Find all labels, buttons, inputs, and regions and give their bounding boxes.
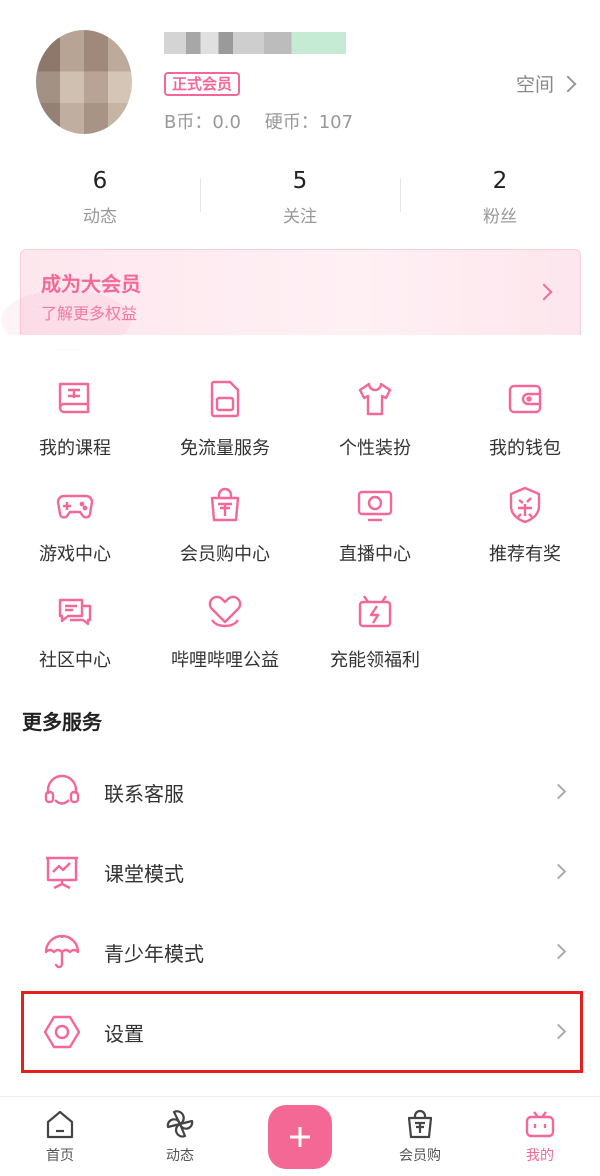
bottom-nav: 首页 动态 会员购 我的	[0, 1096, 600, 1176]
tshirt-icon	[358, 382, 392, 416]
gamepad-icon	[56, 494, 94, 519]
coin-info: B币：0.0 硬币：107	[164, 108, 371, 134]
service-free-data[interactable]: 免流量服务	[150, 370, 300, 476]
more-services-title: 更多服务	[22, 710, 102, 734]
chevron-right-icon	[535, 283, 553, 301]
tab-dynamics[interactable]: 动态	[120, 1097, 240, 1176]
chevron-right-icon	[550, 1023, 567, 1040]
tv-icon	[357, 490, 393, 522]
service-label: 个性装扮	[339, 438, 411, 459]
stat-posts[interactable]: 6 动态	[0, 164, 200, 234]
chevron-right-icon	[550, 863, 567, 880]
service-charge-welfare[interactable]: 充能领福利	[300, 582, 450, 688]
customer-service-item[interactable]: 联系客服	[22, 752, 582, 832]
service-wallet[interactable]: 我的钱包	[450, 370, 600, 476]
sim-card-icon	[210, 380, 240, 418]
service-community[interactable]: 社区中心	[0, 582, 150, 688]
tab-label: 动态	[166, 1148, 194, 1164]
service-label: 哔哩哔哩公益	[171, 650, 279, 671]
more-services-list: 联系客服 课堂模式 青少年模式 设置	[21, 752, 583, 1073]
wallet-icon	[508, 384, 542, 414]
shopping-bag-icon	[210, 487, 240, 522]
stats-bar: 6 动态 5 关注 2 粉丝	[0, 164, 600, 234]
service-label: 我的课程	[39, 438, 111, 459]
stat-number: 6	[92, 168, 108, 194]
avatar[interactable]	[36, 30, 132, 134]
stat-number: 5	[292, 168, 308, 194]
heart-icon	[208, 595, 242, 628]
settings-hexagon-icon	[43, 1015, 81, 1049]
stat-fans[interactable]: 2 粉丝	[400, 164, 600, 234]
stat-label: 动态	[83, 207, 117, 227]
vip-title: 成为大会员	[41, 272, 141, 296]
tab-mine[interactable]: 我的	[480, 1097, 600, 1176]
vip-subtitle: 了解更多权益	[41, 304, 138, 323]
gift-bolt-icon	[358, 595, 392, 628]
service-referral[interactable]: 推荐有奖	[450, 476, 600, 582]
services-grid: 我的课程 免流量服务 个性装扮 我的钱包 游戏中心 会员购中心 直播中心 推荐有…	[0, 370, 600, 688]
tab-label: 首页	[46, 1148, 74, 1164]
service-label: 会员购中心	[180, 544, 270, 565]
profile-header: 正式会员 B币：0.0 硬币：107 空间	[0, 0, 600, 160]
tab-publish[interactable]	[240, 1097, 360, 1176]
stat-label: 关注	[283, 207, 317, 227]
vip-banner[interactable]: 成为大会员 了解更多权益	[1, 249, 581, 350]
tab-home[interactable]: 首页	[0, 1097, 120, 1176]
service-label: 社区中心	[39, 650, 111, 671]
item-label: 课堂模式	[104, 861, 184, 886]
plus-icon[interactable]	[268, 1105, 332, 1169]
service-decoration[interactable]: 个性装扮	[300, 370, 450, 476]
username-blurred	[164, 32, 346, 54]
chevron-right-icon	[550, 783, 567, 800]
chevron-right-icon	[550, 943, 567, 960]
service-live-center[interactable]: 直播中心	[300, 476, 450, 582]
home-icon	[46, 1110, 74, 1139]
item-label: 设置	[104, 1021, 144, 1046]
award-badge-icon	[509, 486, 541, 524]
section-divider	[0, 335, 600, 349]
service-label: 直播中心	[339, 544, 411, 565]
course-book-icon	[58, 382, 90, 414]
bcoin-balance: B币：0.0	[164, 112, 241, 133]
service-mall-center[interactable]: 会员购中心	[150, 476, 300, 582]
member-badge: 正式会员	[164, 72, 241, 96]
headset-icon	[44, 774, 80, 805]
stat-following[interactable]: 5 关注	[200, 164, 400, 234]
bilibili-tv-icon	[525, 1111, 555, 1138]
service-game-center[interactable]: 游戏中心	[0, 476, 150, 582]
shopping-bag-icon	[407, 1109, 433, 1139]
chat-bubbles-icon	[58, 598, 92, 626]
tab-label: 我的	[526, 1148, 554, 1164]
classroom-board-icon	[46, 856, 78, 890]
service-label: 推荐有奖	[489, 544, 561, 565]
teen-mode-item[interactable]: 青少年模式	[22, 912, 582, 992]
service-label: 充能领福利	[330, 650, 420, 671]
service-my-courses[interactable]: 我的课程	[0, 370, 150, 476]
chevron-right-icon	[559, 75, 577, 92]
space-link[interactable]: 空间	[515, 70, 577, 97]
item-label: 青少年模式	[104, 941, 204, 966]
classroom-mode-item[interactable]: 课堂模式	[22, 832, 582, 912]
stat-number: 2	[492, 168, 508, 194]
coin-balance: 硬币：107	[264, 112, 354, 133]
service-label: 我的钱包	[489, 438, 561, 459]
tab-label: 会员购	[399, 1148, 441, 1164]
service-label: 免流量服务	[180, 438, 270, 459]
settings-item[interactable]: 设置	[21, 991, 583, 1073]
space-label: 空间	[515, 74, 554, 96]
service-label: 游戏中心	[39, 544, 111, 565]
stat-label: 粉丝	[483, 207, 517, 227]
pinwheel-icon	[166, 1110, 194, 1138]
umbrella-icon	[44, 934, 80, 969]
service-charity[interactable]: 哔哩哔哩公益	[150, 582, 300, 688]
tab-mall[interactable]: 会员购	[360, 1097, 480, 1176]
item-label: 联系客服	[104, 781, 184, 806]
